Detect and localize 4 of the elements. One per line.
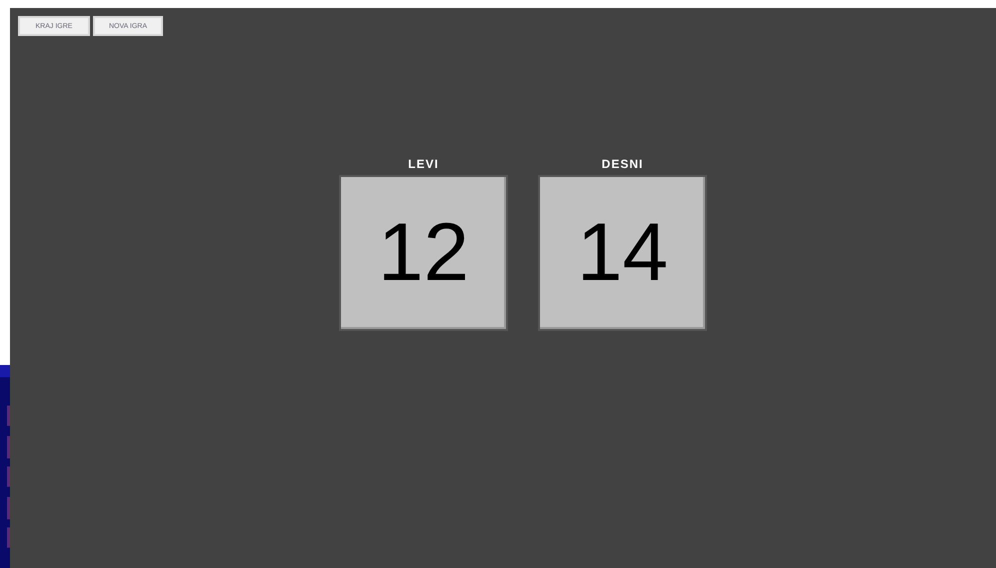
score-card: 14: [538, 175, 707, 331]
score-label: DESNI: [602, 157, 644, 171]
score-label: LEVI: [408, 157, 439, 171]
score-card: 12: [339, 175, 508, 331]
